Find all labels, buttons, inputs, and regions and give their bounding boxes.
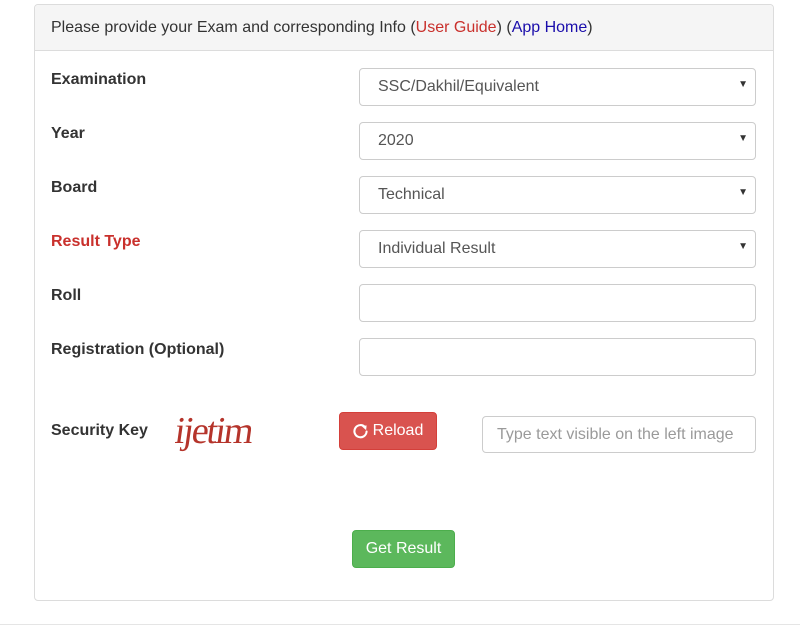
heading-text-after: )	[587, 19, 593, 36]
reload-label: Reload	[372, 422, 424, 439]
heading-text-mid: ) (	[496, 19, 512, 36]
captcha-input[interactable]	[482, 416, 756, 453]
caret-down-icon: ▼	[738, 187, 748, 198]
roll-input[interactable]	[359, 284, 756, 322]
captcha-image: ijetim	[175, 410, 257, 452]
security-key-label: Security Key	[51, 422, 148, 439]
refresh-icon	[353, 423, 368, 438]
registration-label: Registration (Optional)	[51, 341, 225, 358]
examination-label: Examination	[51, 71, 147, 88]
year-select[interactable]: 2020 ▼	[359, 122, 756, 160]
board-value: Technical	[378, 186, 445, 203]
get-result-button[interactable]: Get Result	[352, 530, 455, 568]
board-select[interactable]: Technical ▼	[359, 176, 756, 214]
caret-down-icon: ▼	[738, 241, 748, 252]
app-home-link[interactable]: App Home	[512, 19, 588, 36]
user-guide-link[interactable]: User Guide	[416, 19, 497, 36]
panel-heading: Please provide your Exam and correspondi…	[35, 5, 773, 51]
year-label: Year	[51, 125, 85, 142]
roll-label: Roll	[51, 287, 82, 304]
result-type-select[interactable]: Individual Result ▼	[359, 230, 756, 268]
examination-select[interactable]: SSC/Dakhil/Equivalent ▼	[359, 68, 756, 106]
heading-text-before: Please provide your Exam and correspondi…	[51, 19, 416, 36]
caret-down-icon: ▼	[738, 79, 748, 90]
captcha-text: ijetim	[175, 410, 257, 452]
caret-down-icon: ▼	[738, 133, 748, 144]
examination-value: SSC/Dakhil/Equivalent	[378, 78, 539, 95]
registration-input[interactable]	[359, 338, 756, 376]
year-value: 2020	[378, 132, 414, 149]
board-label: Board	[51, 179, 98, 196]
reload-button[interactable]: Reload	[339, 412, 437, 450]
exam-form-panel: Please provide your Exam and correspondi…	[34, 4, 774, 601]
result-type-label: Result Type	[51, 233, 141, 250]
result-type-value: Individual Result	[378, 240, 496, 257]
page-divider	[0, 624, 800, 625]
